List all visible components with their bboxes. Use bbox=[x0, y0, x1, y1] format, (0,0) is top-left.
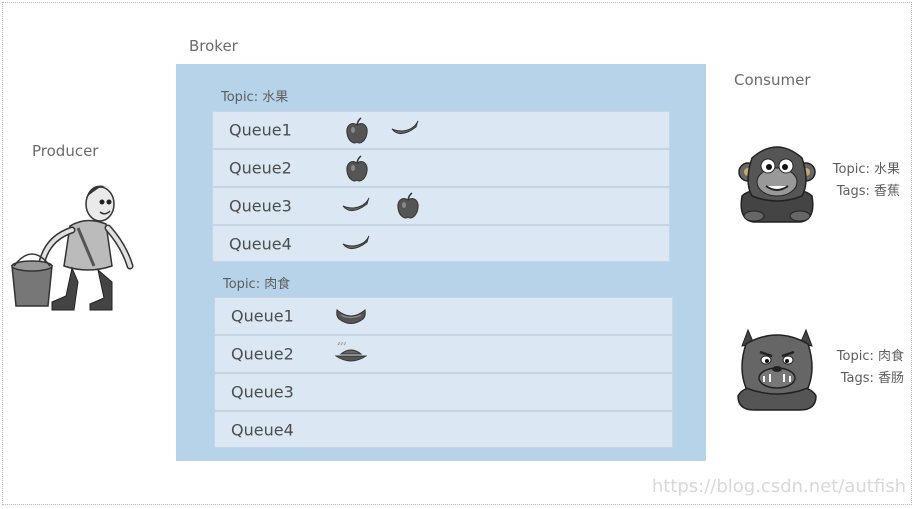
banana-icon bbox=[391, 120, 419, 134]
topic-label-meat: Topic: 肉食 bbox=[223, 277, 291, 292]
dish-icon bbox=[335, 342, 367, 362]
queue-row: Queue2 bbox=[212, 149, 670, 187]
queue-row: Queue3 bbox=[212, 187, 670, 225]
banana-icon bbox=[342, 197, 370, 211]
queue-name: Queue4 bbox=[229, 234, 292, 253]
banana-icon bbox=[342, 235, 370, 249]
queue-name: Queue3 bbox=[229, 196, 292, 216]
watermark: https://blog.csdn.net/autfish bbox=[651, 476, 906, 497]
queue-row: Queue2 bbox=[214, 335, 673, 373]
queue-row: Queue1 bbox=[214, 297, 673, 335]
broker-label: Broker bbox=[189, 37, 238, 55]
producer-label: Producer bbox=[32, 142, 99, 160]
consumer-tags: Tags: 香蕉 bbox=[836, 184, 900, 199]
consumer-subscription-fruit: Topic: 水果 Tags: 香蕉 bbox=[818, 159, 900, 203]
consumer-label: Consumer bbox=[734, 71, 811, 89]
consumer-tags: Tags: 香肠 bbox=[840, 371, 904, 386]
apple-icon bbox=[346, 117, 368, 144]
farmer-icon bbox=[11, 185, 134, 311]
consumer-topic: Topic: 水果 bbox=[832, 162, 900, 177]
gorilla-icon bbox=[738, 146, 816, 223]
queue-name: Queue1 bbox=[231, 306, 294, 326]
queue-row: Queue3 bbox=[214, 373, 673, 411]
apple-icon bbox=[397, 192, 419, 219]
consumer-topic: Topic: 肉食 bbox=[836, 349, 904, 364]
apple-icon bbox=[346, 155, 368, 182]
consumer-subscription-meat: Topic: 肉食 Tags: 香肠 bbox=[818, 346, 904, 390]
topic-label-fruit: Topic: 水果 bbox=[221, 90, 289, 105]
queue-row: Queue4 bbox=[214, 411, 673, 448]
sausage-icon bbox=[336, 309, 366, 324]
queue-name: Queue1 bbox=[229, 120, 292, 140]
queue-name: Queue2 bbox=[231, 344, 294, 364]
queue-name: Queue4 bbox=[231, 420, 294, 439]
queue-name: Queue2 bbox=[229, 158, 292, 178]
queue-row: Queue4 bbox=[212, 225, 670, 262]
queue-row: Queue1 bbox=[212, 111, 670, 149]
bulldog-icon bbox=[737, 328, 817, 411]
queue-name: Queue3 bbox=[231, 382, 294, 402]
